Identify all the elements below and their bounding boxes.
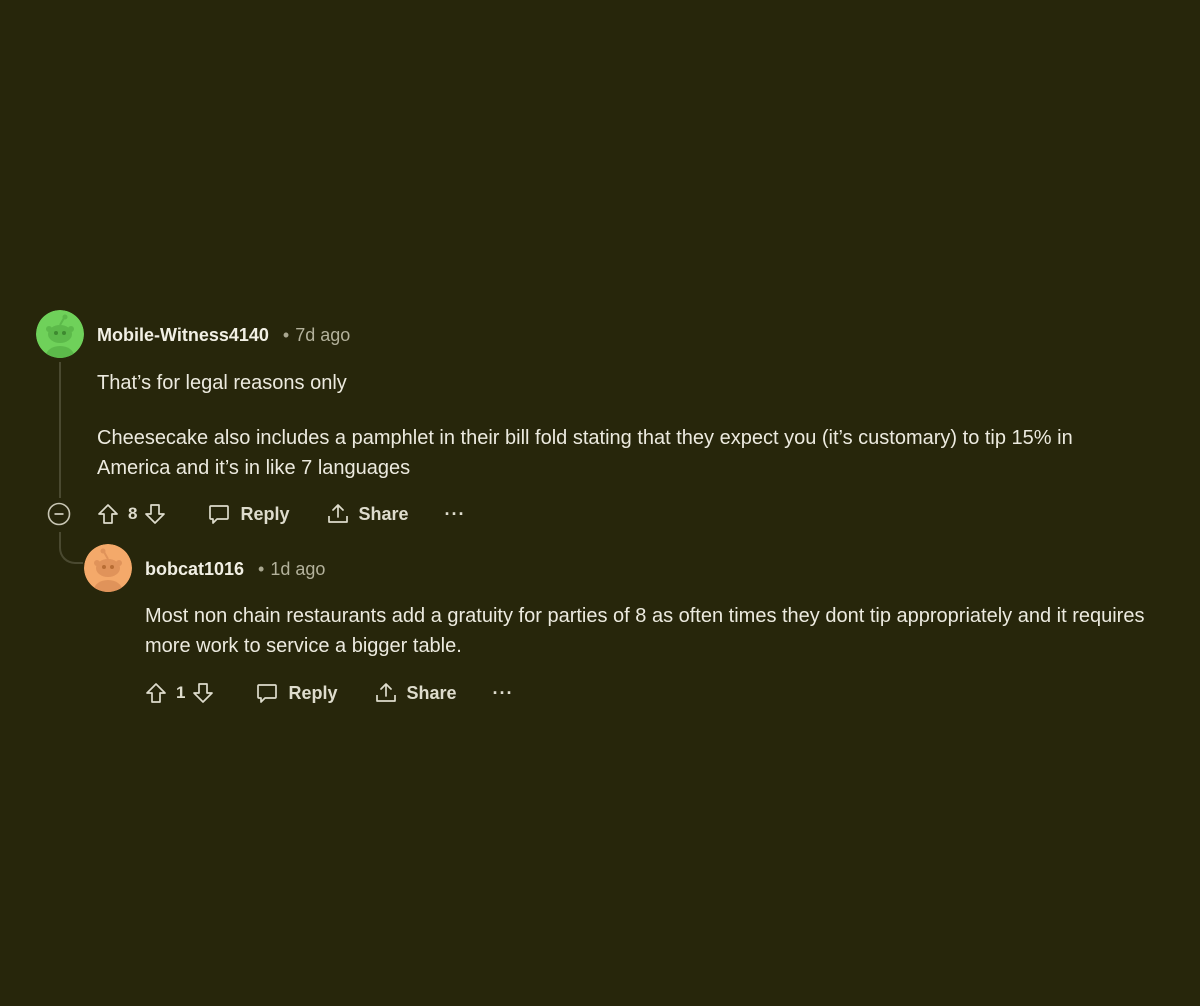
snoo-avatar-icon: [84, 544, 132, 592]
share-button[interactable]: Share: [374, 681, 457, 705]
comment-meta: bobcat1016 • 1d ago: [145, 559, 325, 580]
downvote-button[interactable]: [191, 681, 215, 705]
minus-circle-icon: [47, 502, 71, 526]
upvote-button[interactable]: [96, 502, 120, 526]
avatar[interactable]: [36, 310, 84, 358]
meta-separator: •: [258, 559, 265, 579]
upvote-arrow-icon: [98, 504, 118, 524]
downvote-arrow-icon: [193, 683, 214, 703]
share-label: Share: [358, 503, 409, 524]
thread-line[interactable]: [59, 362, 61, 498]
comment-paragraph: Cheesecake also includes a pamphlet in t…: [97, 427, 1073, 479]
share-button[interactable]: Share: [326, 502, 409, 526]
thread-connector: [59, 532, 83, 564]
more-options-button[interactable]: ···: [445, 504, 466, 525]
downvote-button[interactable]: [143, 502, 167, 526]
comment-thread: Mobile-Witness4140 • 7d ago That’s for l…: [0, 0, 1200, 1006]
share-icon: [327, 504, 348, 523]
vote-count: 1: [176, 683, 186, 702]
speech-bubble-icon: [209, 505, 230, 524]
ellipsis-icon: ···: [444, 503, 466, 524]
share-label: Share: [406, 682, 457, 703]
comment-body: That’s for legal reasons only Cheesecake…: [97, 368, 1157, 483]
meta-separator: •: [282, 325, 290, 345]
username-link[interactable]: bobcat1016: [145, 559, 244, 580]
reply-label: Reply: [240, 503, 290, 524]
username-link[interactable]: Mobile-Witness4140: [97, 325, 269, 346]
reply-button[interactable]: Reply: [255, 681, 338, 705]
comment-paragraph: That’s for legal reasons only: [97, 372, 347, 394]
upvote-arrow-icon: [146, 683, 166, 703]
comment-timestamp[interactable]: 1d ago: [270, 559, 325, 580]
ellipsis-icon: ···: [492, 682, 514, 703]
share-icon: [375, 683, 396, 702]
speech-bubble-icon: [257, 684, 278, 703]
comment-actions: 1 Reply Share ···: [144, 681, 514, 705]
comment-body: Most non chain restaurants add a gratuit…: [145, 601, 1155, 661]
downvote-arrow-icon: [145, 504, 166, 524]
comment-timestamp[interactable]: 7d ago: [295, 325, 350, 346]
avatar[interactable]: [84, 544, 132, 592]
upvote-button[interactable]: [144, 681, 168, 705]
reply-label: Reply: [288, 682, 338, 703]
comment-actions: 8 Reply Share ···: [96, 502, 466, 526]
comment-paragraph: Most non chain restaurants add a gratuit…: [145, 605, 1145, 657]
snoo-avatar-icon: [36, 310, 84, 358]
more-options-button[interactable]: ···: [493, 683, 514, 704]
collapse-button[interactable]: [47, 502, 71, 526]
vote-count: 8: [128, 504, 138, 523]
comment-meta: Mobile-Witness4140 • 7d ago: [97, 325, 350, 346]
reply-button[interactable]: Reply: [207, 502, 290, 526]
